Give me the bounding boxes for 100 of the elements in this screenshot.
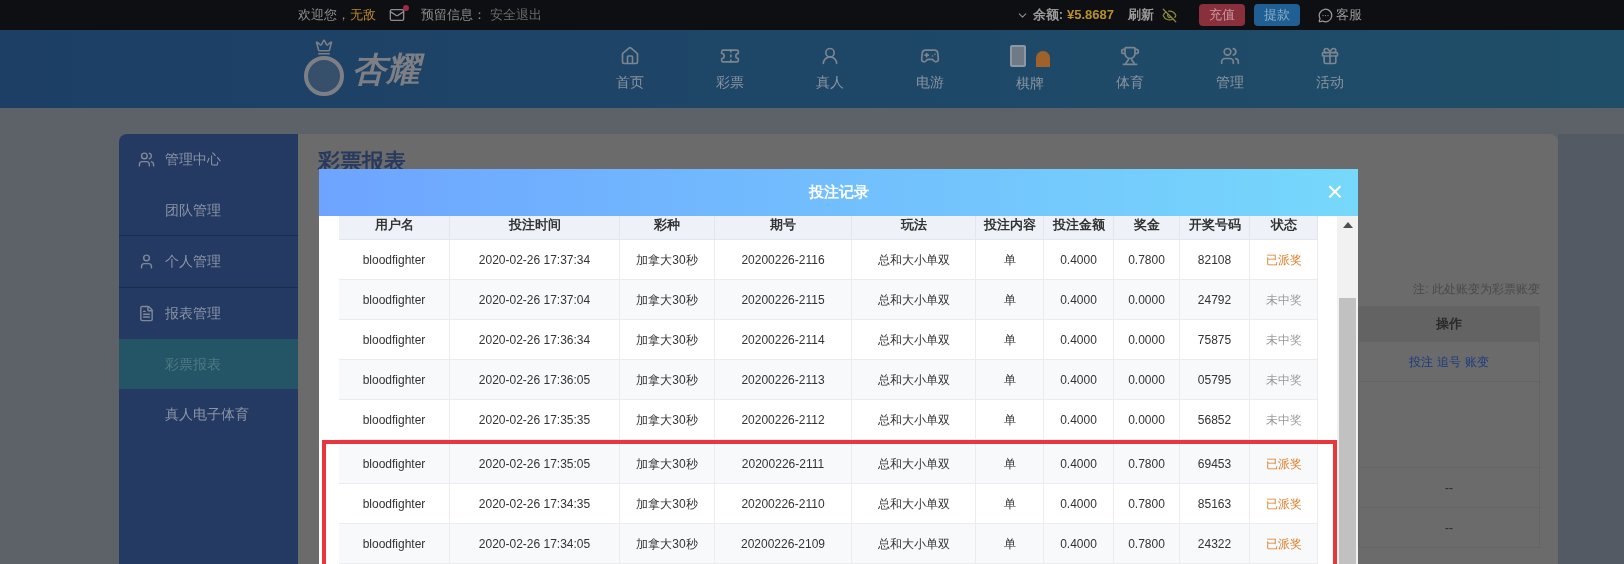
table-cell: 总和大小单双	[852, 280, 976, 320]
scrollbar[interactable]	[1337, 216, 1358, 564]
table-cell: 20200226-2114	[715, 320, 852, 360]
support-link[interactable]: 客服	[1336, 5, 1362, 25]
table-cell: 0.0000	[1114, 360, 1180, 400]
table-cell: 0.4000	[1044, 524, 1114, 564]
table-cell: bloodfighter	[339, 240, 450, 280]
column-header: 投注内容	[976, 216, 1044, 239]
nav-item[interactable]: 电游	[880, 30, 980, 108]
refresh-link[interactable]: 刷新	[1128, 5, 1154, 25]
person-icon	[820, 45, 840, 66]
table-cell: 加拿大30秒	[620, 524, 715, 564]
table-cell: 2020-02-26 17:36:05	[450, 360, 620, 400]
status-text: 未中奖	[1250, 320, 1318, 360]
table-cell: 总和大小单双	[852, 400, 976, 440]
table-cell: bloodfighter	[339, 280, 450, 320]
table-cell: 加拿大30秒	[620, 484, 715, 524]
balance-amount: ¥5.8687	[1067, 6, 1114, 25]
deposit-button[interactable]: 充值	[1199, 4, 1245, 26]
table-cell: 2020-02-26 17:34:05	[450, 524, 620, 564]
table-cell: 单	[976, 320, 1044, 360]
table-cell: 20200226-2110	[715, 484, 852, 524]
table-cell: 单	[976, 444, 1044, 484]
status-text: 未中奖	[1250, 400, 1318, 440]
nav-item[interactable]: 体育	[1080, 30, 1180, 108]
table-cell: 20200226-2112	[715, 400, 852, 440]
table-cell: 20200226-2113	[715, 360, 852, 400]
table-cell: 0.4000	[1044, 484, 1114, 524]
table-cell: 75875	[1180, 320, 1250, 360]
table-cell: 单	[976, 240, 1044, 280]
table-cell: 0.4000	[1044, 360, 1114, 400]
table-cell: bloodfighter	[339, 400, 450, 440]
column-header: 投注时间	[450, 216, 620, 239]
table-cell: 0.4000	[1044, 444, 1114, 484]
nav-item[interactable]: 首页	[580, 30, 680, 108]
table-cell: 2020-02-26 17:37:34	[450, 240, 620, 280]
table-cell: 2020-02-26 17:36:34	[450, 320, 620, 360]
nav-item[interactable]: 棋牌	[980, 30, 1080, 108]
table-cell: 0.7800	[1114, 444, 1180, 484]
table-cell: 20200226-2116	[715, 240, 852, 280]
table-cell: 20200226-2115	[715, 280, 852, 320]
nav-item[interactable]: 彩票	[680, 30, 780, 108]
table-cell: 单	[976, 280, 1044, 320]
table-cell: 20200226-2109	[715, 524, 852, 564]
scroll-up-icon[interactable]	[1342, 222, 1353, 228]
logo[interactable]: 杏耀	[300, 38, 580, 100]
nav-item[interactable]: 真人	[780, 30, 880, 108]
table-cell: 2020-02-26 17:37:04	[450, 280, 620, 320]
nav-item[interactable]: 活动	[1280, 30, 1380, 108]
table-cell: 单	[976, 360, 1044, 400]
table-cell: 2020-02-26 17:35:35	[450, 400, 620, 440]
withdraw-button[interactable]: 提款	[1254, 4, 1300, 26]
table-cell: 2020-02-26 17:34:35	[450, 484, 620, 524]
greeting-text: 欢迎您，	[298, 6, 350, 25]
table-cell: 0.4000	[1044, 400, 1114, 440]
action-link[interactable]: 追号	[1437, 352, 1461, 371]
home-icon	[620, 45, 640, 66]
users-icon	[1220, 45, 1240, 66]
status-text: 已派奖	[1250, 240, 1318, 280]
table-cell-text: --	[1445, 519, 1453, 537]
chat-icon[interactable]	[1318, 7, 1333, 23]
user-icon	[138, 253, 155, 270]
table-cell: 0.7800	[1114, 240, 1180, 280]
gift-icon	[1320, 45, 1340, 66]
close-button[interactable]: ×	[1324, 181, 1346, 203]
table-cell: 0.7800	[1114, 484, 1180, 524]
column-header: 玩法	[852, 216, 976, 239]
scroll-thumb[interactable]	[1339, 298, 1356, 564]
table-cell: bloodfighter	[339, 320, 450, 360]
balance-label: 余额:	[1032, 6, 1063, 25]
table-cell: 加拿大30秒	[620, 320, 715, 360]
sidebar-item[interactable]: 真人电子体育	[119, 389, 298, 439]
column-header: 开奖号码	[1180, 216, 1250, 239]
status-text: 已派奖	[1250, 444, 1318, 484]
table-cell: 加拿大30秒	[620, 400, 715, 440]
table-cell: 加拿大30秒	[620, 444, 715, 484]
nav-item[interactable]: 管理	[1180, 30, 1280, 108]
tile-icon	[1010, 44, 1026, 67]
action-link[interactable]: 账变	[1465, 352, 1489, 371]
column-header: 投注金额	[1044, 216, 1114, 239]
column-header: 状态	[1250, 216, 1318, 239]
sidebar-group[interactable]: 报表管理	[119, 288, 298, 339]
figure-icon	[1036, 50, 1050, 67]
logout-link[interactable]: 安全退出	[490, 5, 542, 25]
table-cell: 82108	[1180, 240, 1250, 280]
column-header: 操作	[1359, 307, 1539, 341]
table-cell: 加拿大30秒	[620, 240, 715, 280]
status-text: 未中奖	[1250, 280, 1318, 320]
sidebar-group[interactable]: 管理中心	[119, 134, 298, 185]
mail-icon[interactable]	[388, 7, 406, 23]
eye-off-icon[interactable]	[1162, 7, 1177, 23]
username-link[interactable]: 无敌	[350, 5, 376, 25]
sidebar-item[interactable]: 团队管理	[119, 185, 298, 235]
table-cell: 总和大小单双	[852, 444, 976, 484]
table-cell: 56852	[1180, 400, 1250, 440]
column-header: 彩种	[620, 216, 715, 239]
reserved-info-label: 预留信息：	[421, 6, 486, 25]
sidebar-group[interactable]: 个人管理	[119, 236, 298, 287]
action-link[interactable]: 投注	[1409, 352, 1433, 371]
users-icon	[138, 151, 155, 168]
